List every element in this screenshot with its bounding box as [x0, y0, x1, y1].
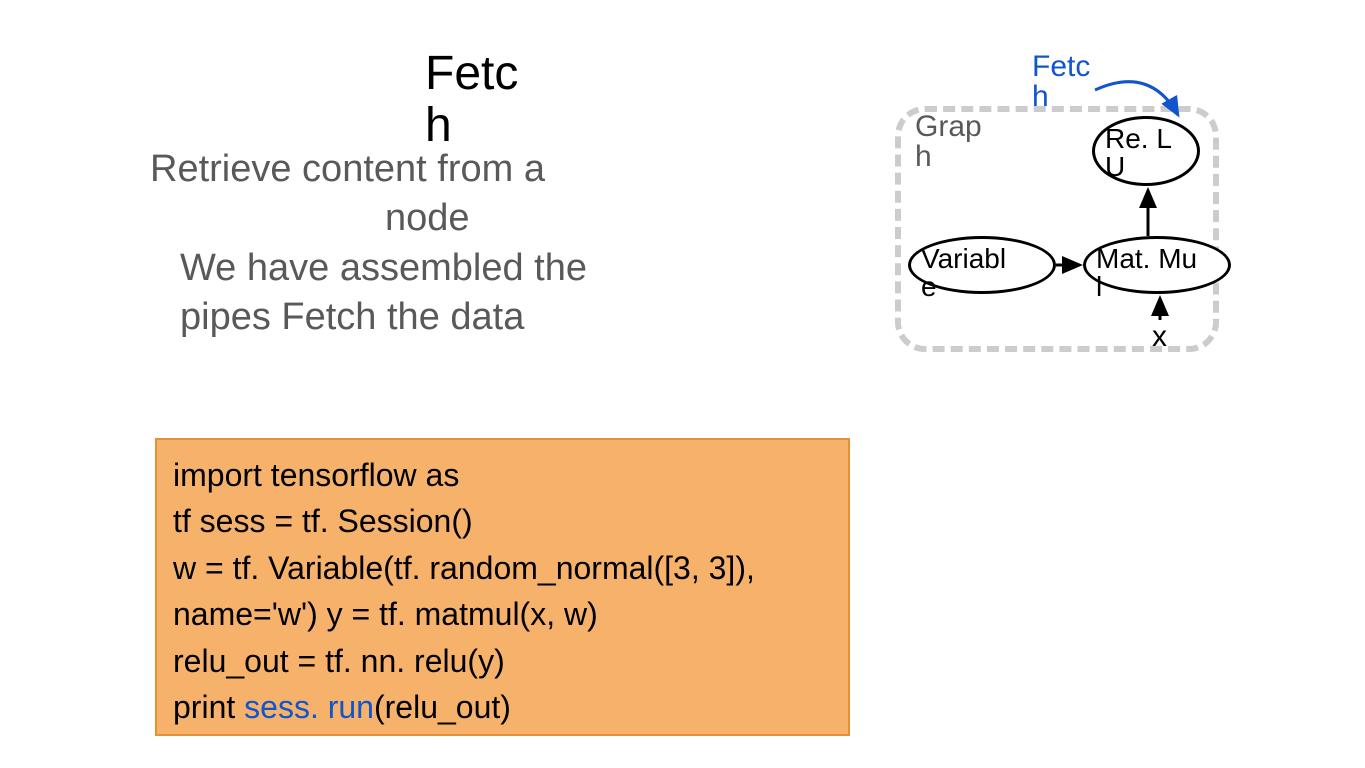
subtitle-line3: We have assembled the [150, 244, 670, 293]
graph-label: Grap h [915, 112, 982, 172]
subtitle-line4: pipes Fetch the data [150, 293, 670, 342]
node-relu-line1: Re. L [1105, 125, 1172, 153]
code-line-1: import tensorflow as [173, 452, 832, 498]
subtitle-line2: node [150, 194, 670, 243]
graph-label-line2: h [915, 142, 982, 172]
node-matmul-line2: l [1096, 273, 1197, 301]
slide-title-line1: Fetc [425, 48, 518, 101]
code-line-6a: print [173, 689, 244, 725]
code-line-2: tf sess = tf. Session() [173, 498, 832, 544]
node-relu: Re. L U [1092, 116, 1200, 186]
node-matmul-line1: Mat. Mu [1096, 245, 1197, 273]
node-variable-line1: Variabl [921, 245, 1006, 273]
code-line-3: w = tf. Variable(tf. random_normal([3, 3… [173, 545, 832, 591]
node-relu-line2: U [1105, 153, 1172, 181]
node-matmul: Mat. Mu l [1083, 236, 1231, 294]
code-highlight-sess-run: sess. run [244, 689, 374, 725]
code-line-6: print sess. run(relu_out) [173, 684, 832, 730]
subtitle-line1: Retrieve content from a [150, 145, 670, 194]
x-label: x [1152, 320, 1167, 354]
code-block: import tensorflow as tf sess = tf. Sessi… [155, 438, 850, 736]
code-line-4: name='w') y = tf. matmul(x, w) [173, 591, 832, 637]
code-line-6c: (relu_out) [374, 689, 511, 725]
node-variable-line2: e [921, 273, 1006, 301]
node-variable: Variabl e [908, 236, 1056, 294]
fetch-label-line1: Fetc [1032, 52, 1090, 82]
fetch-label: Fetc h [1032, 52, 1090, 112]
fetch-label-line2: h [1032, 82, 1090, 112]
subtitle-block: Retrieve content from a node We have ass… [150, 145, 670, 343]
code-line-5: relu_out = tf. nn. relu(y) [173, 638, 832, 684]
graph-label-line1: Grap [915, 112, 982, 142]
